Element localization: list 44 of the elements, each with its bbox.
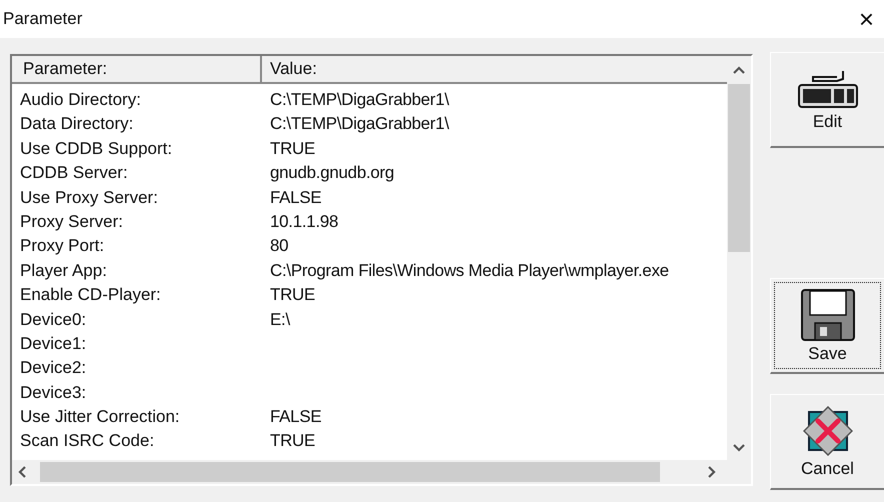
parameter-name: Player App:: [19, 260, 108, 282]
save-button[interactable]: Save: [770, 278, 884, 374]
close-button[interactable]: ×: [854, 6, 878, 32]
parameter-name: Use Proxy Server:: [19, 186, 159, 209]
parameter-value: FALSE: [269, 186, 322, 209]
parameter-name: Enable CD-Player:: [19, 284, 162, 306]
column-header[interactable]: Parameter:: [12, 56, 262, 82]
scrollbar-thumb[interactable]: [728, 84, 750, 252]
parameter-value: TRUE: [269, 284, 316, 306]
keyboard-icon: [796, 69, 858, 109]
parameter-value: C:\Program Files\Windows Media Player\wmplayer.exe: [269, 260, 669, 282]
vertical-scrollbar[interactable]: [727, 56, 751, 460]
horizontal-scrollbar[interactable]: [12, 460, 751, 484]
parameter-name: Data Directory:: [19, 113, 134, 136]
parameter-value: 10.1.1.98: [269, 210, 338, 233]
parameter-value: C:\TEMP\DigaGrabber1\: [269, 89, 449, 111]
scrollbar-thumb[interactable]: [40, 462, 660, 482]
parameter-value: 80: [269, 235, 288, 258]
parameter-name: Audio Directory:: [19, 89, 142, 111]
parameter-name: Device1:: [19, 332, 88, 355]
parameter-name: Use CDDB Support:: [19, 138, 174, 160]
parameter-name: Proxy Port:: [19, 235, 106, 258]
parameter-value: FALSE: [269, 406, 322, 428]
parameter-value: C:\TEMP\DigaGrabber1\: [269, 113, 449, 136]
scroll-up-icon[interactable]: [733, 66, 745, 74]
parameter-value: gnudb.gnudb.org: [269, 162, 394, 184]
parameter-name: Scan ISRC Code:: [19, 430, 156, 452]
scroll-down-icon[interactable]: [733, 444, 745, 452]
scroll-right-icon[interactable]: [708, 466, 716, 478]
parameter-name: Device2:: [19, 357, 88, 380]
parameter-name: Device0:: [19, 308, 88, 331]
parameter-name: Proxy Server:: [19, 210, 124, 233]
parameter-name: Use Jitter Correction:: [19, 406, 181, 428]
edit-button[interactable]: Edit: [770, 52, 884, 148]
parameter-name: Device3:: [19, 382, 88, 404]
window-title: Parameter: [3, 8, 82, 30]
cancel-icon: [802, 406, 852, 456]
scroll-left-icon[interactable]: [18, 466, 26, 478]
parameter-value: E:\: [269, 308, 290, 331]
parameter-value: TRUE: [269, 430, 316, 452]
column-header[interactable]: Value:: [262, 56, 727, 82]
parameter-value: TRUE: [269, 138, 316, 160]
cancel-button[interactable]: Cancel: [770, 394, 884, 490]
parameter-name: CDDB Server:: [19, 162, 129, 184]
